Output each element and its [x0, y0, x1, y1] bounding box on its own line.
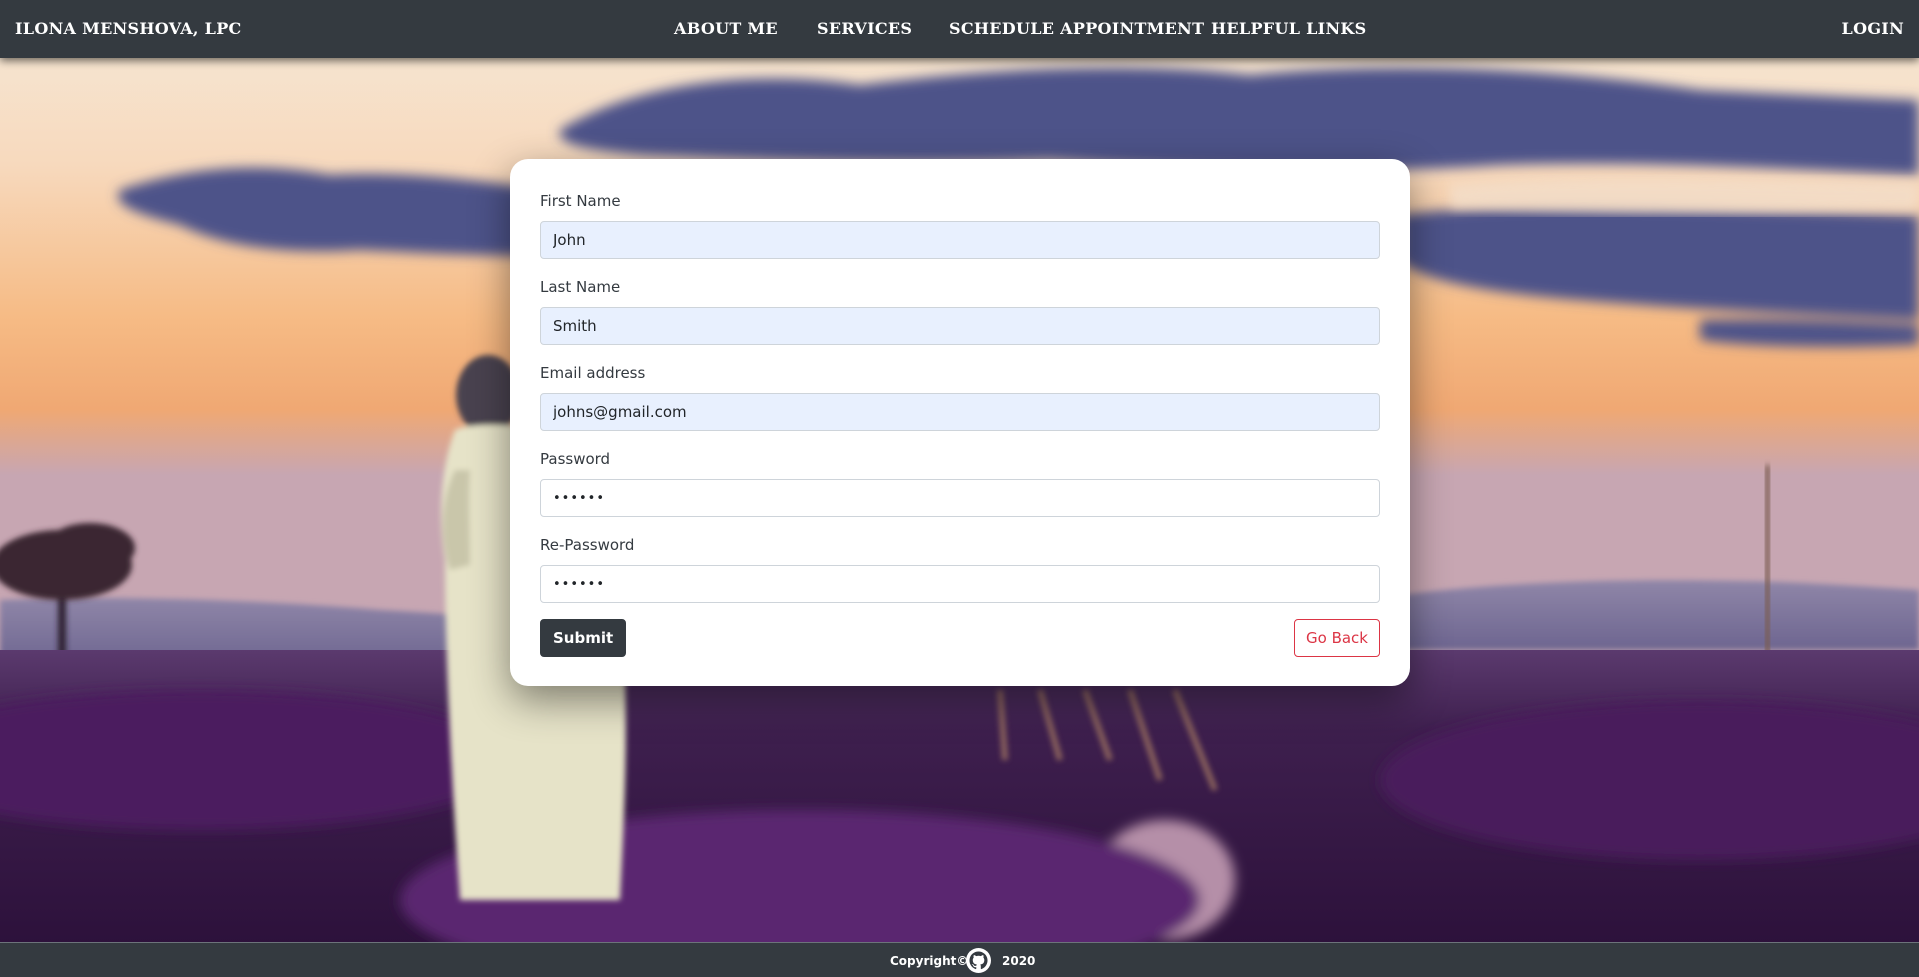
last-name-input[interactable] — [540, 307, 1380, 345]
last-name-label: Last Name — [540, 278, 621, 296]
brand-link[interactable]: ILONA MENSHOVA, LPC — [15, 19, 242, 38]
email-input[interactable] — [540, 393, 1380, 431]
first-name-input[interactable] — [540, 221, 1380, 259]
github-icon[interactable] — [966, 948, 991, 973]
password-input[interactable] — [540, 479, 1380, 517]
nav-login[interactable]: LOGIN — [1842, 19, 1904, 38]
go-back-button[interactable]: Go Back — [1294, 619, 1380, 657]
signup-form-card: First Name Last Name Email address Passw… — [510, 159, 1410, 686]
nav-helpful-links[interactable]: HELPFUL LINKS — [1211, 19, 1366, 38]
first-name-label: First Name — [540, 192, 621, 210]
nav-schedule-appointment[interactable]: SCHEDULE APPOINTMENT — [949, 19, 1204, 38]
password-label: Password — [540, 450, 611, 468]
nav-about-me[interactable]: ABOUT ME — [674, 19, 778, 38]
email-label: Email address — [540, 364, 646, 382]
footer: Copyright© 2020 — [0, 942, 1919, 977]
submit-button[interactable]: Submit — [540, 619, 627, 657]
copyright-year: 2020 — [1002, 954, 1036, 968]
copyright-text: Copyright© — [890, 954, 969, 968]
re-password-label: Re-Password — [540, 536, 635, 554]
top-navbar: ILONA MENSHOVA, LPC ABOUT ME SERVICES SC… — [0, 0, 1919, 58]
re-password-input[interactable] — [540, 565, 1380, 603]
nav-services[interactable]: SERVICES — [817, 19, 912, 38]
